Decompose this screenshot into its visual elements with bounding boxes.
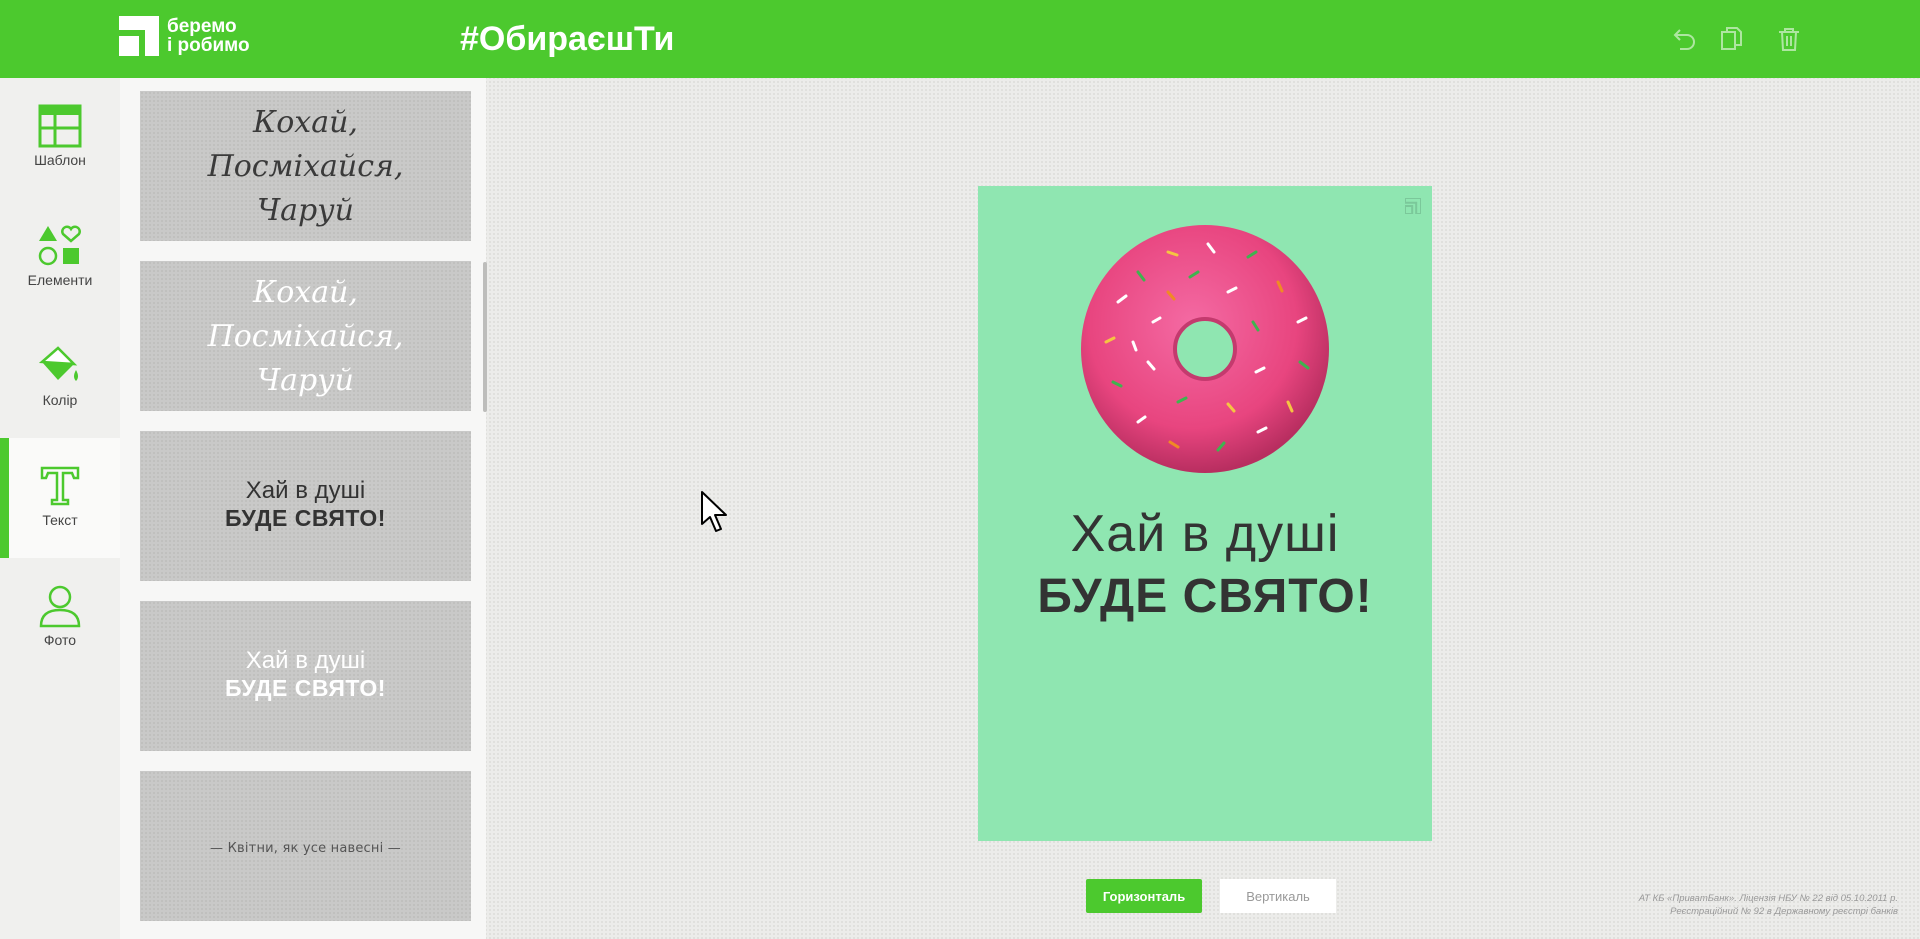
logo-line2: і робимо xyxy=(167,35,250,56)
template-line: Кохай, xyxy=(253,105,358,140)
tool-color-label: Колір xyxy=(42,392,78,408)
privatbank-logo-icon xyxy=(1405,198,1421,214)
tool-elements-label: Елементи xyxy=(27,272,93,288)
template-icon xyxy=(38,104,82,148)
privatbank-logo-icon xyxy=(119,16,159,56)
tool-template-label: Шаблон xyxy=(34,152,86,168)
tool-template[interactable]: Шаблон xyxy=(0,78,120,198)
vertical-button[interactable]: Вертикаль xyxy=(1220,879,1336,913)
template-line: БУДЕ СВЯТО! xyxy=(225,675,386,701)
copy-icon[interactable] xyxy=(1717,25,1745,53)
paint-bucket-icon xyxy=(38,346,78,381)
tool-sidebar: Шаблон Елементи Колір Текст Фото xyxy=(0,78,120,939)
poster-text-line2[interactable]: БУДЕ СВЯТО! xyxy=(978,569,1432,624)
tool-text[interactable]: Текст xyxy=(0,438,120,558)
text-icon xyxy=(40,466,80,506)
trash-icon[interactable] xyxy=(1775,25,1803,53)
top-bar: беремо і робимо #ОбираєшТи xyxy=(0,0,1920,78)
undo-icon[interactable] xyxy=(1670,25,1698,53)
tool-photo-label: Фото xyxy=(43,632,77,648)
template-line: Посміхайся, xyxy=(207,319,404,354)
template-card[interactable]: Кохай, Посміхайся, Чаруй xyxy=(140,261,471,411)
legal-line2: Реєстраційний № 92 в Державному реєстрі … xyxy=(1670,906,1898,917)
template-line: — Квітни, як усе навесні — xyxy=(210,841,401,856)
tool-color[interactable]: Колір xyxy=(0,318,120,438)
template-line: Хай в душі xyxy=(245,477,366,504)
template-card[interactable]: Хай в душі БУДЕ СВЯТО! xyxy=(140,601,471,751)
template-line: Чаруй xyxy=(256,193,354,228)
template-card[interactable]: Хай в душі БУДЕ СВЯТО! xyxy=(140,431,471,581)
template-line: Хай в душі xyxy=(245,647,366,674)
tool-photo[interactable]: Фото xyxy=(0,558,120,678)
template-line: Чаруй xyxy=(256,363,354,398)
tool-elements[interactable]: Елементи xyxy=(0,198,120,318)
poster-text-line1[interactable]: Хай в душі xyxy=(978,504,1432,564)
template-line: Кохай, xyxy=(253,275,358,310)
panel-scrollbar[interactable] xyxy=(483,262,487,412)
person-icon xyxy=(39,585,81,628)
horizontal-button[interactable]: Горизонталь xyxy=(1086,879,1202,913)
tool-text-label: Текст xyxy=(42,512,78,528)
legal-notice: АТ КБ «ПриватБанк». Ліцензія НБУ № 22 ві… xyxy=(1639,892,1898,918)
design-canvas[interactable]: Хай в душі БУДЕ СВЯТО! xyxy=(978,186,1432,841)
logo-line1: беремо xyxy=(167,16,237,37)
template-card[interactable]: — Квітни, як усе навесні — xyxy=(140,771,471,921)
legal-line1: АТ КБ «ПриватБанк». Ліцензія НБУ № 22 ві… xyxy=(1638,893,1898,904)
shapes-icon xyxy=(38,225,81,266)
template-card[interactable]: Кохай, Посміхайся, Чаруй xyxy=(140,91,471,241)
template-line: БУДЕ СВЯТО! xyxy=(225,505,386,531)
hashtag-title: #ОбираєшТи xyxy=(460,20,675,58)
donut-image[interactable] xyxy=(1078,222,1332,476)
logo[interactable]: беремо і робимо xyxy=(119,16,279,56)
mouse-cursor-icon xyxy=(701,491,727,532)
template-line: Посміхайся, xyxy=(207,149,404,184)
